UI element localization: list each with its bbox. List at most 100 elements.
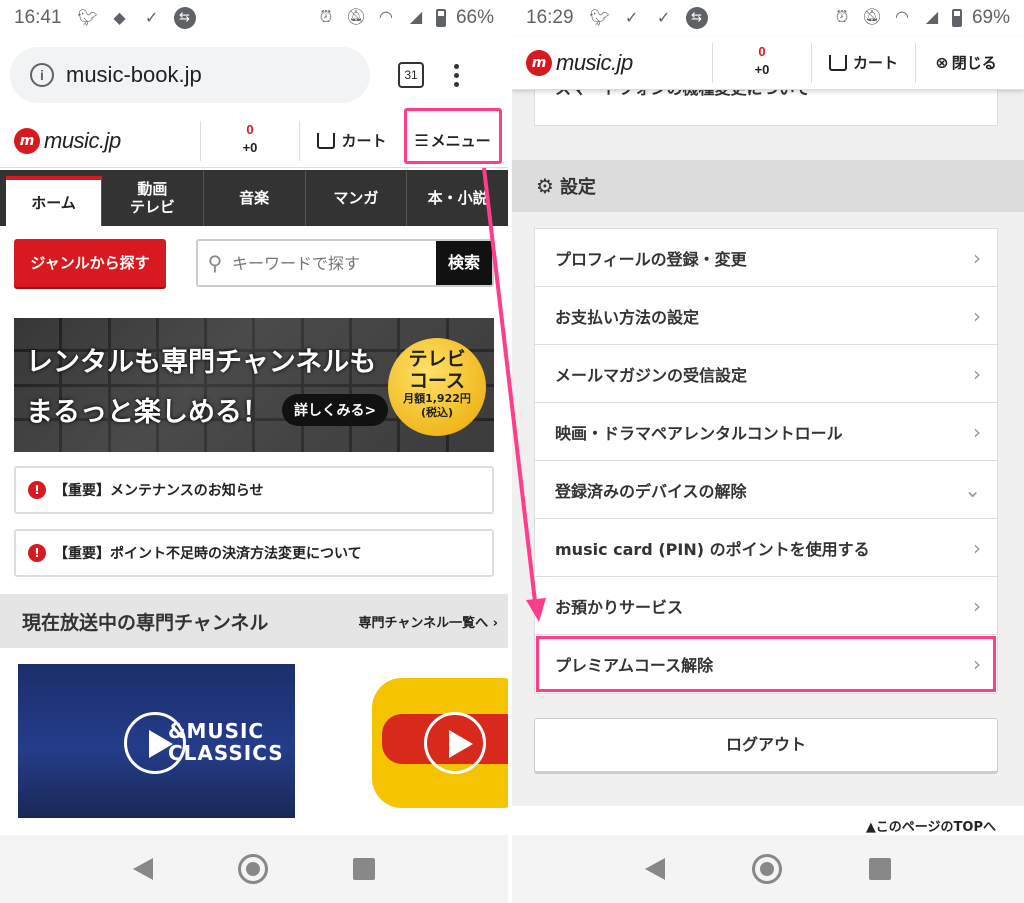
menu-item-parental-control[interactable]: 映画・ドラマペアレンタルコントロール › bbox=[535, 403, 997, 461]
price-badge: テレビ コース 月額1,922円 (税込) bbox=[388, 338, 486, 436]
tab-video-tv[interactable]: 動画 テレビ bbox=[102, 170, 204, 226]
logo-text: music.jp bbox=[556, 49, 633, 75]
recents-icon[interactable] bbox=[868, 858, 891, 880]
twitter-icon: 🐦︎ bbox=[77, 8, 98, 27]
sync-icon: ⇆ bbox=[173, 7, 196, 29]
menu-item-label: プロフィールの登録・変更 bbox=[555, 249, 747, 269]
info-icon[interactable]: i bbox=[30, 63, 54, 87]
settings-header: ⚙ 設定 bbox=[512, 160, 1024, 212]
menu-item-payment[interactable]: お支払い方法の設定 › bbox=[535, 287, 997, 345]
badge-tax: (税込) bbox=[420, 406, 454, 419]
right-screenshot: 16:29 🐦︎ ✓ ✓ ⇆ ⏰︎ 🔕︎ ◠ ◢ 69% m music.jp … bbox=[512, 0, 1024, 903]
home-icon[interactable] bbox=[751, 854, 782, 884]
check-icon: ✓ bbox=[656, 8, 671, 27]
tv-course-banner[interactable]: レンタルも専門チャンネルも まるっと楽しめる！ 詳しくみる> テレビ コース 月… bbox=[14, 318, 494, 452]
play-icon bbox=[424, 712, 486, 774]
site-logo[interactable]: m music.jp bbox=[512, 49, 712, 76]
points-value: 0 bbox=[246, 121, 254, 137]
check-icon: ✓ bbox=[144, 8, 159, 27]
page-top-link[interactable]: ▲このページのTOPへ bbox=[866, 816, 996, 835]
menu-item-label: プレミアムコース解除 bbox=[555, 656, 714, 675]
battery-icon bbox=[435, 9, 446, 27]
site-logo[interactable]: m music.jp bbox=[0, 127, 200, 154]
tab-manga[interactable]: マンガ bbox=[306, 170, 408, 226]
tab-label: 音楽 bbox=[239, 189, 270, 207]
menu-item-storage-service[interactable]: お預かりサービス › bbox=[535, 577, 997, 635]
tab-books[interactable]: 本・小説 bbox=[407, 170, 508, 226]
menu-item-cancel-premium[interactable]: プレミアムコース解除 › bbox=[535, 635, 997, 693]
recents-icon[interactable] bbox=[353, 858, 376, 880]
notice-payment[interactable]: ! 【重要】ポイント不足時の決済方法変更について bbox=[14, 529, 494, 577]
category-tabs: ホーム 動画 テレビ 音楽 マンガ 本・小説 bbox=[0, 170, 508, 226]
section-header: 現在放送中の専門チャンネル 専門チャンネル一覧へ › bbox=[0, 594, 508, 648]
wifi-icon: ◠ bbox=[894, 9, 909, 26]
cart-icon bbox=[317, 132, 336, 149]
overflow-menu-icon[interactable] bbox=[454, 63, 460, 87]
banner-more-button[interactable]: 詳しくみる> bbox=[282, 394, 389, 426]
chevron-right-icon: › bbox=[973, 593, 981, 618]
settings-menu: プロフィールの登録・変更 › お支払い方法の設定 › メールマガジンの受信設定 › 映… bbox=[534, 228, 998, 694]
menu-item-label: 登録済みのデバイスの解除 bbox=[555, 481, 747, 501]
channel-card-classics[interactable]: &MUSIC CLASSICS bbox=[18, 664, 295, 818]
cart-label: カート bbox=[852, 54, 898, 72]
logout-button[interactable]: ログアウト bbox=[534, 718, 998, 772]
logo-mark-icon: m bbox=[14, 127, 40, 154]
section-title: 現在放送中の専門チャンネル bbox=[22, 611, 269, 634]
back-icon[interactable] bbox=[132, 858, 153, 880]
tab-switcher-button[interactable]: 31 bbox=[398, 62, 424, 88]
menu-item-profile[interactable]: プロフィールの登録・変更 › bbox=[535, 229, 997, 287]
tab-home[interactable]: ホーム bbox=[6, 176, 102, 226]
settings-title: 設定 bbox=[559, 177, 596, 198]
tab-music[interactable]: 音楽 bbox=[204, 170, 306, 226]
alert-icon: ! bbox=[28, 481, 46, 499]
chevron-right-icon: › bbox=[973, 535, 981, 560]
banner-headline-1: レンタルも専門チャンネルも bbox=[26, 347, 377, 378]
genre-search-button[interactable]: ジャンルから探す bbox=[14, 239, 166, 287]
menu-item-label: music card (PIN) のポイントを使用する bbox=[555, 539, 870, 559]
tab-label: ホーム bbox=[31, 194, 76, 212]
search-row: ジャンルから探す ⚲ 検索 bbox=[14, 238, 494, 288]
channel-card-anime[interactable] bbox=[322, 664, 508, 818]
battery-level: 69% bbox=[971, 7, 1010, 28]
notice-text: 【重要】メンテナンスのお知らせ bbox=[54, 483, 264, 499]
alert-icon: ! bbox=[28, 544, 46, 562]
menu-item-label: メールマガジンの受信設定 bbox=[555, 365, 748, 385]
close-button[interactable]: ⊗ 閉じる bbox=[916, 43, 1016, 83]
cart-button[interactable]: カート bbox=[300, 121, 404, 161]
points-value: 0 bbox=[758, 43, 766, 59]
points-bonus: +0 bbox=[242, 139, 258, 155]
menu-item-mail-magazine[interactable]: メールマガジンの受信設定 › bbox=[535, 345, 997, 403]
cart-label: カート bbox=[341, 132, 387, 150]
channel-logo-text: &MUSIC CLASSICS bbox=[168, 719, 284, 765]
twitter-icon: 🐦︎ bbox=[589, 8, 610, 27]
notice-text: 【重要】ポイント不足時の決済方法変更について bbox=[54, 546, 362, 562]
cart-icon bbox=[828, 54, 847, 71]
status-bar: 16:41 🐦︎ ◆ ✓ ⇆ ⏰︎ 🔕︎ ◠ ◢ 66% bbox=[0, 0, 508, 36]
check-icon: ✓ bbox=[624, 8, 639, 27]
back-icon[interactable] bbox=[645, 858, 666, 880]
search-icon: ⚲ bbox=[207, 251, 223, 275]
points-display[interactable]: 0 +0 bbox=[712, 42, 812, 83]
search-box: ⚲ 検索 bbox=[196, 239, 494, 287]
menu-item-music-card[interactable]: music card (PIN) のポイントを使用する › bbox=[535, 519, 997, 577]
notice-maintenance[interactable]: ! 【重要】メンテナンスのお知らせ bbox=[14, 466, 494, 514]
search-button[interactable]: 検索 bbox=[436, 241, 492, 285]
chevron-right-icon: › bbox=[973, 361, 981, 386]
menu-item-device-release[interactable]: 登録済みのデバイスの解除 ⌄ bbox=[535, 461, 997, 519]
cart-button[interactable]: カート bbox=[812, 42, 916, 83]
search-input[interactable] bbox=[232, 253, 436, 273]
badge-title: テレビ コース bbox=[408, 348, 466, 392]
home-icon[interactable] bbox=[237, 854, 268, 884]
url-bar[interactable]: i music-book.jp bbox=[10, 47, 370, 103]
site-header: m music.jp 0 +0 カート ⊗ 閉じる bbox=[512, 36, 1024, 90]
status-bar: 16:29 🐦︎ ✓ ✓ ⇆ ⏰︎ 🔕︎ ◠ ◢ 69% bbox=[512, 0, 1024, 36]
channel-list-link-label: 専門チャンネル一覧へ bbox=[358, 615, 489, 631]
alarm-icon: ⏰︎ bbox=[835, 9, 849, 26]
close-label: 閉じる bbox=[951, 54, 997, 72]
chevron-right-icon: › bbox=[492, 615, 498, 631]
gear-icon: ⚙ bbox=[536, 174, 554, 198]
points-display[interactable]: 0 +0 bbox=[200, 120, 300, 161]
menu-item-label: お支払い方法の設定 bbox=[555, 307, 700, 327]
channel-list-link[interactable]: 専門チャンネル一覧へ › bbox=[358, 612, 498, 631]
menu-item-label: 映画・ドラマペアレンタルコントロール bbox=[555, 423, 843, 443]
